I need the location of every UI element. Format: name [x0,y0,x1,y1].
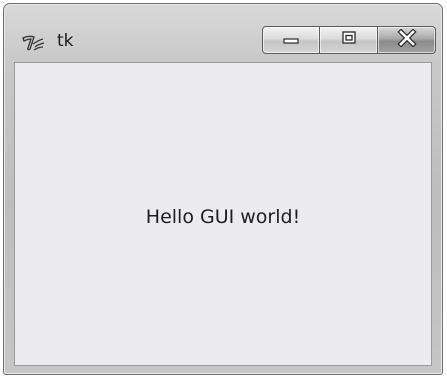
tk-feather-icon[interactable] [21,34,45,52]
caption-buttons [262,26,436,54]
tk-window: tk Hello GUI world! [3,3,443,375]
hello-label: Hello GUI world! [145,206,301,228]
close-icon [396,27,418,52]
maximize-icon [340,30,358,51]
title-bar[interactable]: tk [4,4,442,62]
client-area: Hello GUI world! [14,62,432,366]
minimize-icon [282,31,300,50]
window-title: tk [57,31,74,51]
maximize-button[interactable] [320,26,378,54]
minimize-button[interactable] [262,26,320,54]
close-button[interactable] [378,26,436,54]
